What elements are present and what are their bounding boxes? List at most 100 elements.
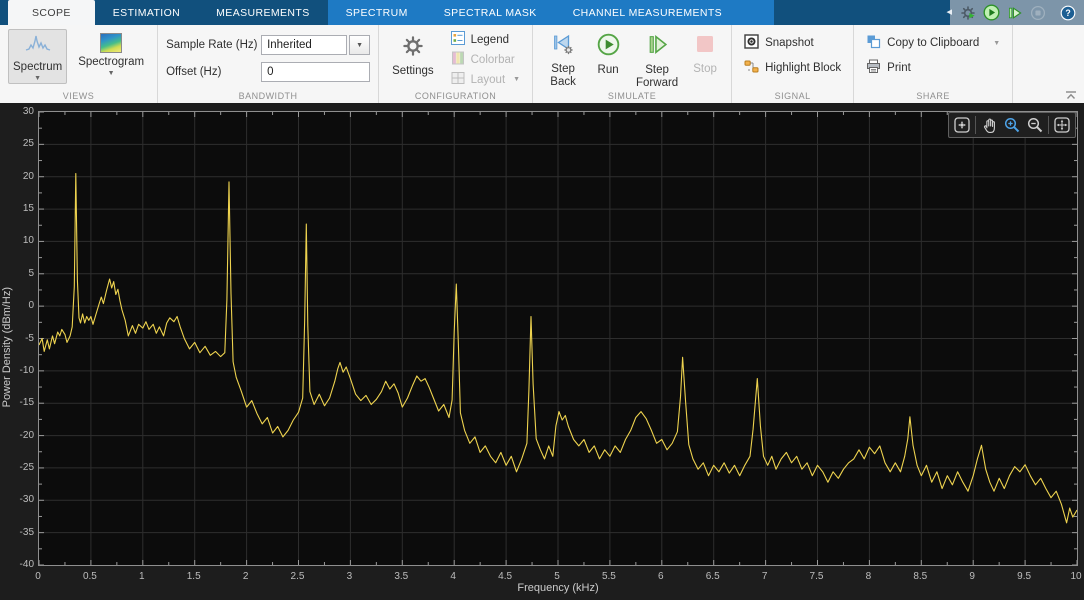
x-tick-label: 5	[537, 571, 577, 582]
run-label: Run	[598, 64, 619, 77]
group-views-label: VIEWS	[0, 91, 157, 101]
zoom-out-icon[interactable]	[1025, 115, 1045, 135]
x-tick-label: 7.5	[797, 571, 837, 582]
stop-label: Stop	[693, 63, 717, 76]
group-bandwidth: Sample Rate (Hz) Inherited ▼ Offset (Hz)…	[158, 25, 379, 103]
contextual-tab-group: SPECTRUM SPECTRAL MASK CHANNEL MEASUREME…	[328, 0, 774, 25]
stop-icon	[694, 33, 716, 60]
group-share-label: SHARE	[854, 91, 1012, 101]
y-tick-label: 5	[2, 268, 34, 279]
highlight-block-label: Highlight Block	[765, 62, 841, 74]
group-configuration: Settings Legend	[379, 25, 533, 103]
step-forward-icon	[646, 33, 669, 61]
print-icon	[866, 59, 881, 77]
settings-gear-icon	[402, 35, 424, 62]
highlight-block-icon	[744, 59, 759, 77]
x-tick-label: 5.5	[589, 571, 629, 582]
group-configuration-label: CONFIGURATION	[379, 91, 532, 101]
step-forward-button[interactable]: Step Forward	[631, 29, 683, 92]
run-icon	[597, 33, 620, 61]
tabbar-filler	[774, 0, 950, 25]
scope-ribbon: Spectrum ▼ Spectrogram ▼ VIEWS Sample Ra…	[0, 25, 1084, 103]
step-forward-label: Step Forward	[636, 64, 678, 90]
highlight-block-button[interactable]: Highlight Block	[740, 57, 845, 79]
toolstrip-tab-bar: SCOPE ESTIMATION MEASUREMENTS SPECTRUM S…	[0, 0, 1084, 25]
fit-view-icon[interactable]	[1052, 115, 1072, 135]
snapshot-button[interactable]: Snapshot	[740, 32, 845, 54]
spectrum-view-caret-icon[interactable]: ▼	[34, 76, 41, 82]
step-back-button[interactable]: Step Back	[541, 29, 585, 92]
plot-toolbar-separator	[975, 116, 976, 134]
spectrum-plot-area: Power Density (dBm/Hz) Frequency (kHz) 0…	[0, 103, 1084, 600]
colorbar-icon	[451, 51, 465, 68]
copy-to-clipboard-button[interactable]: Copy to Clipboard ▼	[862, 32, 1004, 54]
x-tick-label: 9	[952, 571, 992, 582]
help-icon[interactable]: ?	[1060, 4, 1076, 21]
group-signal: Snapshot Highlight Block SIGNAL	[732, 25, 854, 103]
colorbar-label: Colorbar	[471, 54, 515, 66]
ribbon-filler	[1013, 25, 1084, 103]
sample-rate-dropdown-button[interactable]: ▼	[349, 35, 370, 55]
snapshot-label: Snapshot	[765, 37, 814, 49]
x-tick-label: 4.5	[485, 571, 525, 582]
offset-label: Offset (Hz)	[166, 66, 261, 78]
quickbar-collapse-chevron-icon[interactable]: ◂	[946, 7, 952, 18]
tab-scope[interactable]: SCOPE	[8, 0, 95, 25]
tab-spectral-mask[interactable]: SPECTRAL MASK	[426, 0, 555, 25]
offset-input[interactable]	[261, 62, 370, 82]
x-tick-label: 4	[433, 571, 473, 582]
x-tick-label: 8.5	[900, 571, 940, 582]
axes-box[interactable]	[38, 111, 1078, 566]
restore-view-icon[interactable]	[952, 115, 972, 135]
spectrum-chart	[39, 112, 1077, 565]
step-back-label: Step Back	[546, 63, 580, 89]
spectrum-view-icon	[25, 33, 51, 58]
settings-button[interactable]: Settings	[387, 31, 439, 89]
y-tick-label: 20	[2, 171, 34, 182]
y-tick-label: 15	[2, 203, 34, 214]
x-tick-label: 1.5	[174, 571, 214, 582]
quick-run-icon[interactable]	[983, 4, 1000, 21]
model-settings-gear-icon[interactable]	[960, 4, 976, 21]
print-button[interactable]: Print	[862, 57, 1004, 79]
group-simulate-label: SIMULATE	[533, 91, 731, 101]
x-tick-label: 0	[18, 571, 58, 582]
legend-button[interactable]: Legend	[447, 30, 524, 49]
run-button[interactable]: Run	[589, 29, 627, 92]
zoom-in-icon[interactable]	[1002, 115, 1022, 135]
x-tick-label: 3	[329, 571, 369, 582]
collapse-ribbon-button[interactable]	[1064, 88, 1078, 100]
tab-spectrum[interactable]: SPECTRUM	[328, 0, 426, 25]
spectrum-analyzer-window: SCOPE ESTIMATION MEASUREMENTS SPECTRUM S…	[0, 0, 1084, 600]
x-tick-label: 1	[122, 571, 162, 582]
y-tick-label: -35	[2, 527, 34, 538]
settings-label: Settings	[392, 65, 434, 78]
x-tick-label: 6	[641, 571, 681, 582]
group-signal-label: SIGNAL	[732, 91, 853, 101]
sample-rate-label: Sample Rate (Hz)	[166, 39, 261, 51]
spectrogram-view-caret-icon[interactable]: ▼	[108, 71, 115, 77]
tab-measurements[interactable]: MEASUREMENTS	[198, 0, 327, 25]
y-tick-label: 10	[2, 235, 34, 246]
copy-caret-icon[interactable]: ▼	[993, 40, 1000, 47]
print-label: Print	[887, 62, 911, 74]
y-tick-label: 0	[2, 300, 34, 311]
tab-estimation[interactable]: ESTIMATION	[95, 0, 198, 25]
layout-caret-icon: ▼	[513, 76, 520, 83]
tabbar-left-pad	[0, 0, 8, 25]
group-views: Spectrum ▼ Spectrogram ▼ VIEWS	[0, 25, 158, 103]
x-tick-label: 7	[745, 571, 785, 582]
x-tick-label: 6.5	[693, 571, 733, 582]
x-tick-label: 0.5	[70, 571, 110, 582]
x-tick-label: 10	[1056, 571, 1084, 582]
tab-channel-measurements[interactable]: CHANNEL MEASUREMENTS	[555, 0, 740, 25]
copy-to-clipboard-icon	[866, 34, 881, 52]
quick-step-forward-icon[interactable]	[1007, 4, 1023, 21]
y-tick-label: -40	[2, 559, 34, 570]
spectrum-view-button[interactable]: Spectrum ▼	[8, 29, 67, 84]
pan-icon[interactable]	[979, 115, 999, 135]
sample-rate-combobox[interactable]: Inherited	[261, 35, 347, 55]
layout-label: Layout	[471, 74, 506, 86]
spectrogram-view-button[interactable]: Spectrogram ▼	[73, 29, 149, 84]
stop-button: Stop	[687, 29, 723, 92]
